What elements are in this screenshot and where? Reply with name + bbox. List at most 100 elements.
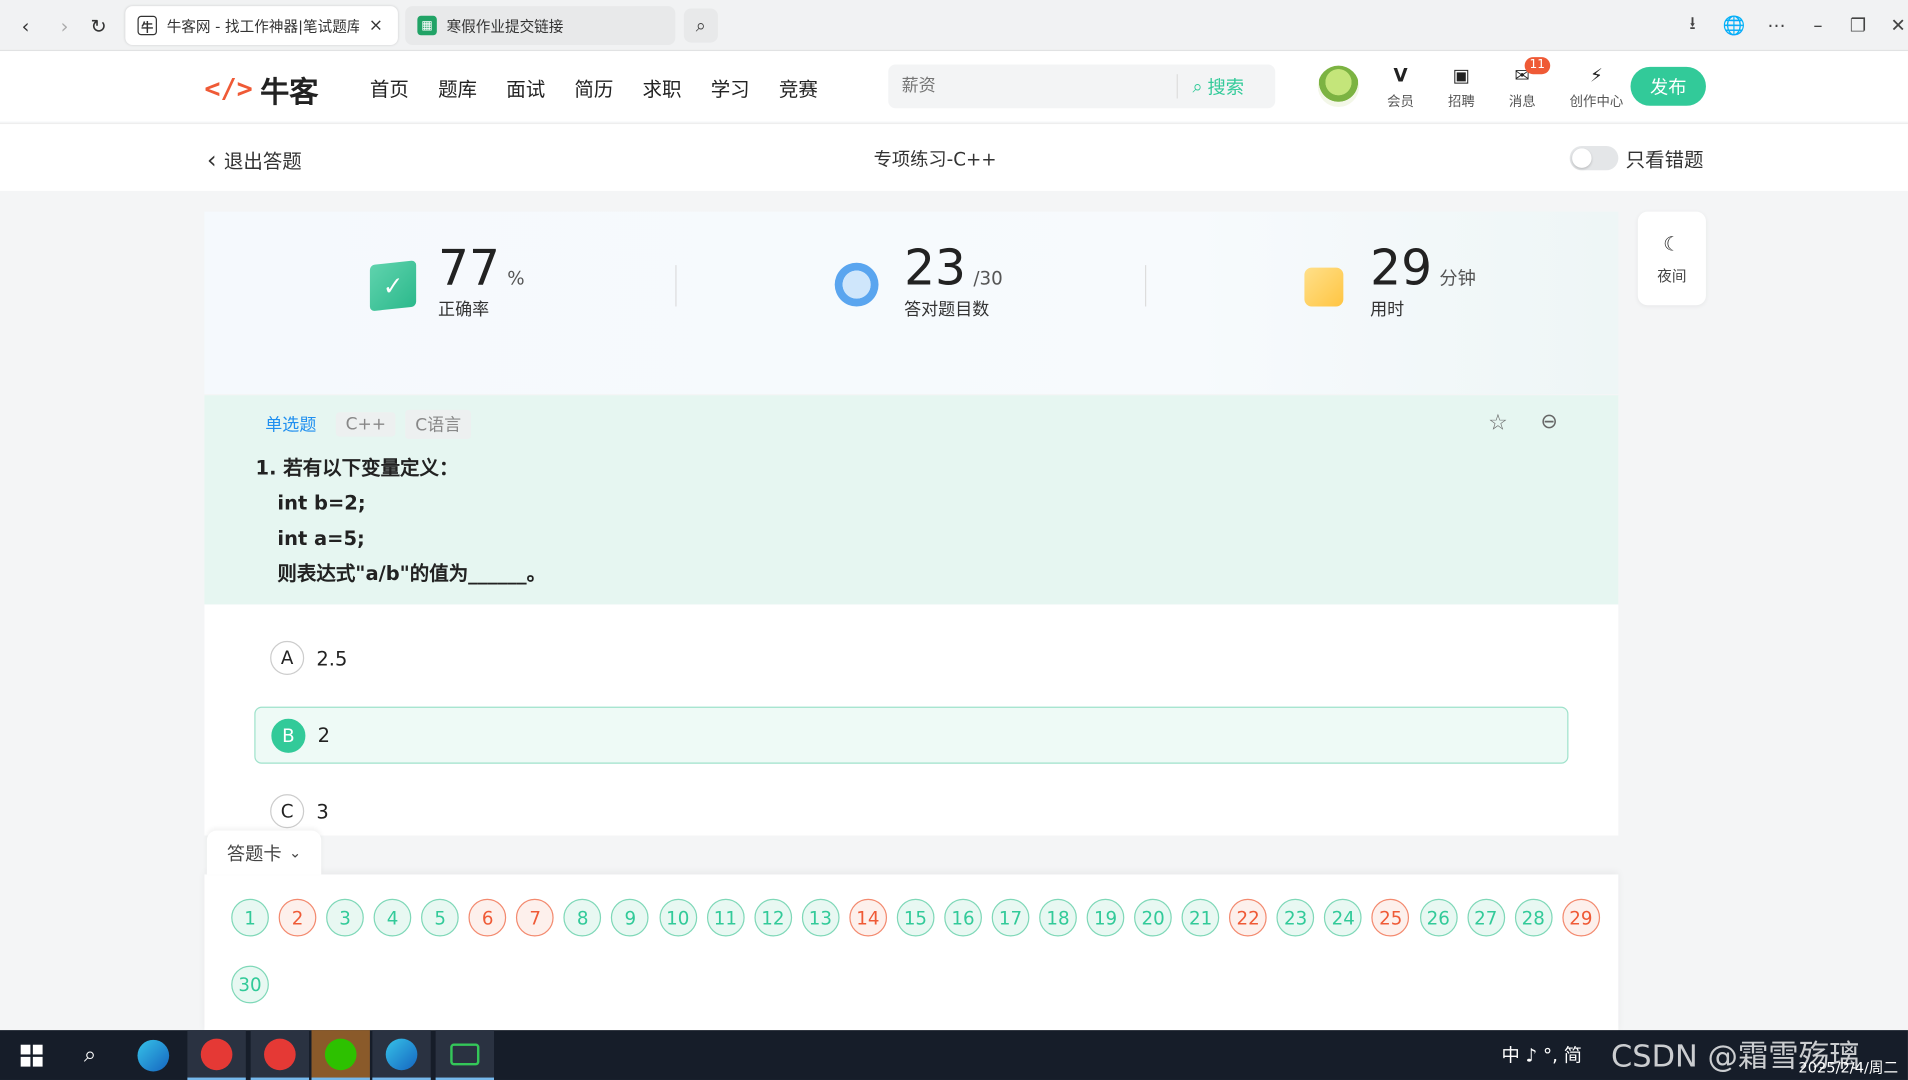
question-tags: 单选题 C++ C语言 xyxy=(256,409,471,440)
moon-icon: ☾ xyxy=(1663,231,1681,255)
search-icon: ⌕ xyxy=(1192,75,1203,98)
tag-c-language[interactable]: C语言 xyxy=(405,409,471,440)
search-button[interactable]: ⌕ 搜索 xyxy=(1192,74,1244,100)
wps-app-2[interactable] xyxy=(250,1030,310,1080)
answer-card-number[interactable]: 14 xyxy=(849,898,887,937)
answer-card-number[interactable]: 26 xyxy=(1419,898,1458,937)
question-line: int b=2; xyxy=(277,491,366,515)
time-unit: 分钟 xyxy=(1439,267,1476,290)
question-line: 1. 若有以下变量定义： xyxy=(255,456,459,480)
correct-count-icon xyxy=(834,262,879,307)
restore-icon[interactable]: ❐ xyxy=(1841,9,1875,43)
taskbar: ⌕ 中 ♪ °, 简 2025/2/4/周二 CSDN @霜雪殇璃 xyxy=(0,1030,1908,1080)
tag-cpp[interactable]: C++ xyxy=(335,412,396,437)
wechat-app[interactable] xyxy=(311,1030,370,1080)
tab-homework[interactable]: ▦ 寒假作业提交链接 xyxy=(405,6,676,45)
nav-question-bank[interactable]: 题库 xyxy=(438,73,477,102)
wrong-only-toggle[interactable] xyxy=(1569,145,1619,171)
answer-card-number[interactable]: 20 xyxy=(1134,898,1172,937)
taskbar-search-icon[interactable]: ⌕ xyxy=(61,1030,119,1080)
more-icon[interactable]: ⋯ xyxy=(1759,9,1793,43)
exit-button[interactable]: ‹ 退出答题 xyxy=(207,145,302,174)
answer-card-number[interactable]: 15 xyxy=(896,898,935,937)
answer-card-number[interactable]: 30 xyxy=(231,965,269,1004)
nav-interview[interactable]: 面试 xyxy=(506,73,545,102)
stat-divider xyxy=(1145,265,1147,307)
answer-card-number[interactable]: 29 xyxy=(1561,898,1600,937)
forward-icon[interactable]: › xyxy=(49,10,81,42)
vip-button[interactable]: V 会员 xyxy=(1382,63,1419,110)
publish-button[interactable]: 发布 xyxy=(1630,66,1706,106)
nav-learn[interactable]: 学习 xyxy=(711,73,750,102)
nav-jobs[interactable]: 求职 xyxy=(643,73,682,102)
sheet-favicon-icon: ▦ xyxy=(417,15,437,36)
system-tray[interactable]: 中 ♪ °, 简 xyxy=(1502,1042,1582,1068)
tab-search-icon[interactable]: ⌕ xyxy=(683,8,718,43)
stat-divider xyxy=(675,265,677,307)
vip-label: 会员 xyxy=(1387,93,1414,110)
accuracy-unit: % xyxy=(507,267,525,290)
start-button[interactable] xyxy=(2,1030,60,1080)
download-icon[interactable]: ⭳ xyxy=(1676,9,1710,43)
nav-resume[interactable]: 简历 xyxy=(574,73,613,102)
logo-text: 牛客 xyxy=(260,75,319,110)
globe-icon[interactable]: 🌐 xyxy=(1717,9,1751,43)
option-letter: A xyxy=(270,640,305,675)
answer-card-number[interactable]: 1 xyxy=(231,898,269,937)
answer-card-number[interactable]: 12 xyxy=(753,898,792,937)
tab-close-icon[interactable]: × xyxy=(369,16,383,35)
answer-card-toggle[interactable]: 答题卡 ⌄ xyxy=(206,830,322,875)
wrong-only-label: 只看错题 xyxy=(1625,148,1704,172)
nav-home[interactable]: 首页 xyxy=(370,73,409,102)
option-b-selected[interactable]: B 2 xyxy=(254,706,1569,764)
recruit-label: 招聘 xyxy=(1447,93,1475,110)
correct-count-value: 23 xyxy=(904,240,967,297)
answer-card-number[interactable]: 16 xyxy=(944,898,982,937)
answer-card-number[interactable]: 17 xyxy=(991,898,1030,937)
edge-app-2[interactable] xyxy=(372,1030,431,1080)
option-letter: B xyxy=(271,718,306,753)
edge-app[interactable] xyxy=(124,1030,182,1080)
answer-card-number[interactable]: 18 xyxy=(1039,898,1077,937)
answer-card-number[interactable]: 21 xyxy=(1181,898,1220,937)
option-a[interactable]: A 2.5 xyxy=(270,640,347,675)
chevron-down-icon: ⌄ xyxy=(288,844,302,862)
result-stats: ✓ 77 % 正确率 23 /30 答对题目数 29 分钟 用时 xyxy=(204,211,1619,395)
remove-icon[interactable]: ⊖ xyxy=(1540,410,1557,434)
accuracy-stat: 77 % 正确率 xyxy=(438,241,525,321)
message-button[interactable]: ✉ 11 消息 xyxy=(1504,57,1550,110)
nav-contest[interactable]: 竞赛 xyxy=(779,73,818,102)
answer-card-number[interactable]: 11 xyxy=(706,898,745,937)
answer-card-title: 答题卡 xyxy=(226,842,282,865)
exit-label: 退出答题 xyxy=(223,149,302,173)
night-mode-button[interactable]: ☾ 夜间 xyxy=(1637,211,1706,306)
night-mode-label: 夜间 xyxy=(1657,266,1687,284)
time-icon xyxy=(1304,267,1344,307)
edge-icon xyxy=(137,1039,170,1071)
creation-center-button[interactable]: ⚡ 创作中心 xyxy=(1565,63,1628,110)
search-input[interactable] xyxy=(901,76,1177,97)
terminal-app[interactable] xyxy=(435,1030,495,1080)
answer-card-number[interactable]: 19 xyxy=(1086,898,1125,937)
option-c[interactable]: C 3 xyxy=(270,794,329,829)
star-icon[interactable]: ☆ xyxy=(1488,410,1508,436)
window-close-icon[interactable]: ✕ xyxy=(1881,9,1908,43)
refresh-icon[interactable]: ↻ xyxy=(83,10,115,42)
minimize-icon[interactable]: – xyxy=(1801,9,1835,43)
time-label: 用时 xyxy=(1370,300,1405,320)
question-line: 则表达式"a/b"的值为______。 xyxy=(277,561,547,585)
tab-nowcoder[interactable]: 牛 牛客网 - 找工作神器|笔试题库 × xyxy=(125,6,398,45)
answer-card-number[interactable]: 13 xyxy=(801,898,840,937)
answer-card-number[interactable]: 2 xyxy=(278,898,317,937)
recruit-button[interactable]: ▣ 招聘 xyxy=(1443,63,1480,110)
answer-card-number[interactable]: 28 xyxy=(1514,898,1553,937)
avatar[interactable] xyxy=(1317,65,1360,108)
answer-card-number[interactable]: 4 xyxy=(373,898,412,937)
answer-card-number[interactable]: 27 xyxy=(1466,898,1505,937)
answer-card-number[interactable]: 3 xyxy=(326,898,364,937)
logo[interactable]: </> 牛客 xyxy=(204,68,318,111)
wps-app[interactable] xyxy=(187,1030,246,1080)
answer-card-number[interactable]: 10 xyxy=(658,898,697,937)
back-icon[interactable]: ‹ xyxy=(10,10,42,42)
tag-single-choice: 单选题 xyxy=(265,415,317,436)
